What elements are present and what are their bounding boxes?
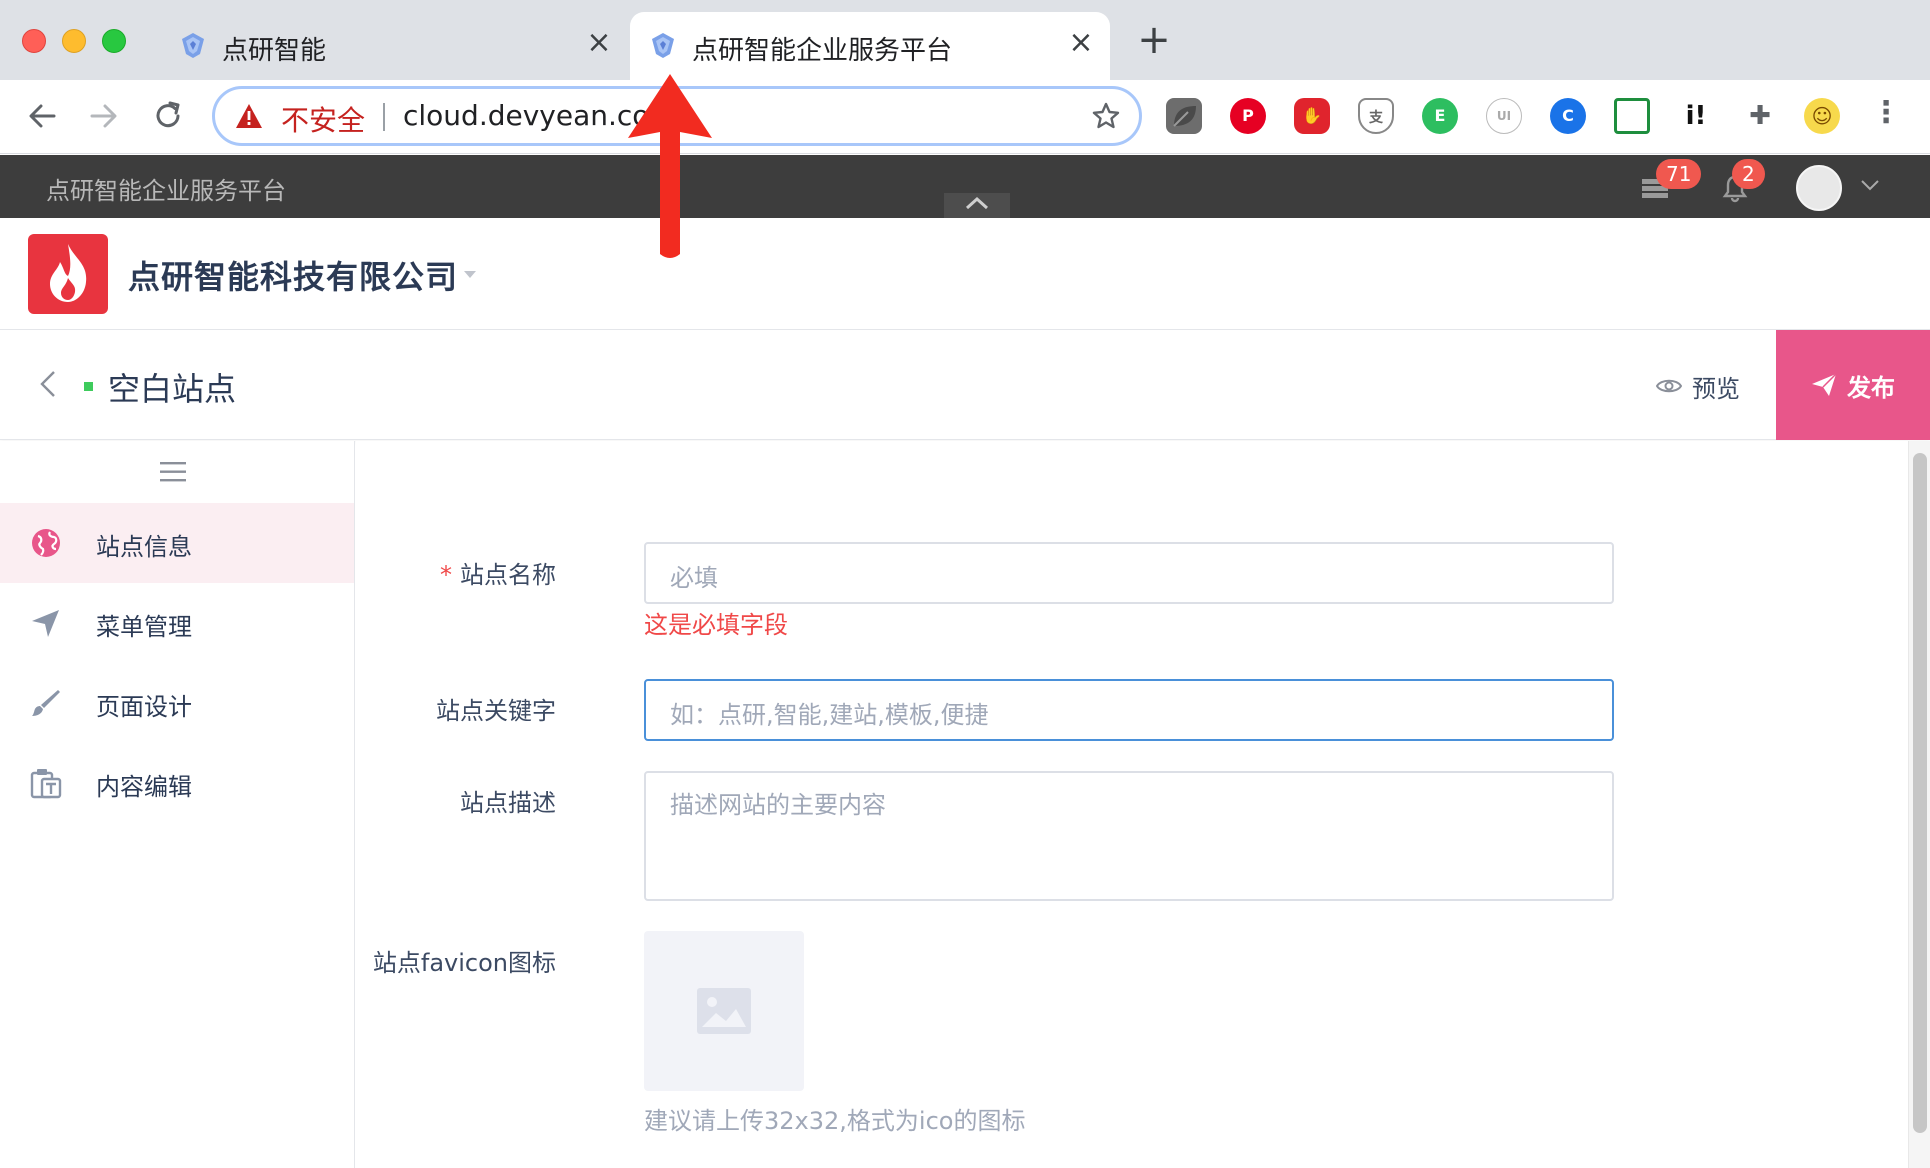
- evernote-icon[interactable]: E: [1422, 98, 1458, 134]
- status-dot: [84, 382, 93, 391]
- sidebar-item-menu-management[interactable]: 菜单管理: [0, 583, 354, 663]
- info-icon[interactable]: i!: [1678, 98, 1714, 134]
- brush-icon: [32, 690, 60, 716]
- collapse-header-button[interactable]: [944, 193, 1010, 218]
- favicon-upload[interactable]: [644, 931, 804, 1091]
- sidebar: 站点信息 菜单管理 页面设计 内容编辑: [0, 441, 355, 1168]
- back-chevron-icon[interactable]: [36, 368, 60, 400]
- tab-title: 点研智能企业服务平台: [692, 36, 953, 66]
- window-close-button[interactable]: [22, 29, 46, 53]
- site-name-label: * 站点名称: [440, 555, 556, 590]
- company-name[interactable]: 点研智能科技有限公司: [128, 252, 458, 298]
- window-minimize-button[interactable]: [62, 29, 86, 53]
- tab-close-icon[interactable]: ×: [1066, 28, 1096, 58]
- eye-icon: [1656, 379, 1682, 393]
- sidebar-item-label: 站点信息: [96, 533, 192, 561]
- site-name-label-text: 站点名称: [460, 561, 556, 589]
- address-separator: [383, 103, 385, 131]
- navigation-icon: [32, 610, 59, 637]
- tab-icon[interactable]: C: [1550, 98, 1586, 134]
- tab-close-icon[interactable]: ×: [584, 28, 614, 58]
- user-avatar[interactable]: [1796, 165, 1842, 211]
- annotation-arrow-icon: [628, 74, 712, 258]
- sidebar-item-content-edit[interactable]: 内容编辑: [0, 743, 354, 823]
- sidebar-item-label: 菜单管理: [96, 613, 192, 641]
- site-info-form: * 站点名称 必填 这是必填字段 站点关键字 如：点研,智能,建站,模板,便捷 站…: [356, 441, 1908, 1168]
- site-keywords-placeholder: 如：点研,智能,建站,模板,便捷: [670, 701, 989, 729]
- preview-label: 预览: [1692, 374, 1740, 403]
- site-name-error: 这是必填字段: [644, 611, 788, 639]
- ui-icon[interactable]: UI: [1486, 98, 1522, 134]
- preview-button[interactable]: 预览: [1656, 368, 1740, 404]
- scrollbar[interactable]: [1908, 441, 1930, 1168]
- flame-icon: [50, 244, 87, 302]
- apps-count-badge: 71: [1656, 159, 1702, 189]
- screenshot-icon[interactable]: [1614, 98, 1650, 134]
- sidebar-item-label: 内容编辑: [96, 773, 192, 801]
- caret-down-icon[interactable]: [462, 268, 478, 280]
- image-placeholder-icon: [697, 988, 751, 1034]
- devyean-favicon-icon: [652, 33, 674, 58]
- required-mark: *: [440, 561, 452, 589]
- bookmark-star-icon[interactable]: [1091, 101, 1121, 131]
- pinterest-icon[interactable]: P: [1230, 98, 1266, 134]
- site-name-input[interactable]: 必填: [644, 542, 1614, 604]
- site-keywords-label: 站点关键字: [436, 697, 556, 725]
- site-description-placeholder: 描述网站的主要内容: [670, 791, 886, 819]
- reload-icon[interactable]: [148, 96, 188, 136]
- adblock-icon[interactable]: ✋: [1294, 98, 1330, 134]
- browser-tab-bar: 点研智能 × 点研智能企业服务平台 × +: [0, 0, 1930, 80]
- publish-label: 发布: [1847, 373, 1895, 402]
- favicon-label: 站点favicon图标: [372, 949, 556, 977]
- company-logo[interactable]: [28, 234, 108, 314]
- forward-arrow-icon[interactable]: [84, 96, 124, 136]
- menu-kebab-icon[interactable]: ⋮: [1868, 98, 1904, 134]
- sidebar-item-label: 页面设计: [96, 693, 192, 721]
- globe-icon: [32, 529, 60, 557]
- app-top-bar: 点研智能企业服务平台 71 2: [0, 155, 1930, 218]
- favicon-hint: 建议请上传32x32,格式为ico的图标: [644, 1107, 1026, 1135]
- company-header: 点研智能科技有限公司: [0, 218, 1930, 330]
- clipboard-text-icon: [30, 769, 62, 799]
- alipay-shield-icon[interactable]: 支: [1358, 98, 1394, 134]
- page-header: 空白站点 预览 发布: [0, 330, 1930, 440]
- warning-triangle-icon: [236, 104, 262, 128]
- platform-title: 点研智能企业服务平台: [46, 177, 286, 205]
- back-arrow-icon[interactable]: [22, 96, 62, 136]
- site-keywords-input[interactable]: 如：点研,智能,建站,模板,便捷: [644, 679, 1614, 741]
- notification-count-badge: 2: [1732, 159, 1765, 189]
- insecure-label[interactable]: 不安全: [281, 99, 365, 139]
- publish-button[interactable]: 发布: [1776, 330, 1930, 440]
- window-zoom-button[interactable]: [102, 29, 126, 53]
- new-tab-button[interactable]: +: [1136, 20, 1172, 60]
- devyean-favicon-icon: [182, 33, 204, 58]
- site-name-placeholder: 必填: [670, 564, 718, 592]
- hamburger-menu-icon[interactable]: [160, 461, 186, 483]
- sidebar-item-page-design[interactable]: 页面设计: [0, 663, 354, 743]
- site-description-label: 站点描述: [460, 789, 556, 817]
- browser-tab-1[interactable]: 点研智能 ×: [160, 12, 620, 80]
- page-title: 空白站点: [108, 370, 237, 408]
- site-description-textarea[interactable]: 描述网站的主要内容: [644, 771, 1614, 901]
- paper-plane-icon: [1812, 373, 1837, 396]
- leaf-icon[interactable]: [1166, 98, 1202, 134]
- puzzle-icon[interactable]: ✚: [1742, 98, 1778, 134]
- browser-toolbar: 不安全 cloud.devyean.com P ✋ 支 E UI C i! ✚ …: [0, 80, 1930, 154]
- chevron-down-icon[interactable]: [1858, 173, 1882, 197]
- chevron-up-icon: [965, 196, 989, 210]
- sidebar-item-site-info[interactable]: 站点信息: [0, 503, 354, 583]
- scrollbar-thumb[interactable]: [1913, 453, 1927, 1133]
- emoji-icon[interactable]: ☺: [1804, 98, 1840, 134]
- tab-title: 点研智能: [222, 36, 327, 66]
